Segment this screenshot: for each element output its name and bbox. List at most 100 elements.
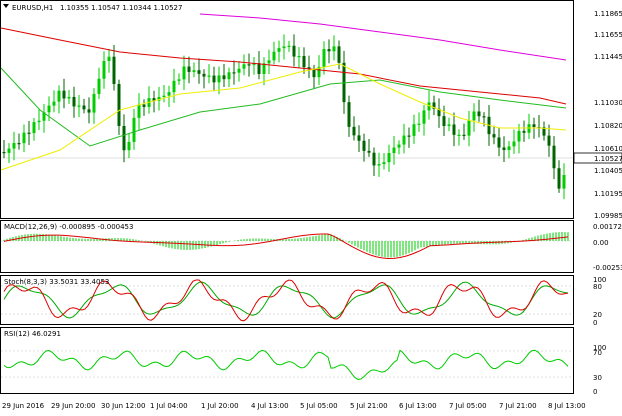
candle-body: [392, 147, 396, 154]
candle-body: [417, 123, 421, 125]
candle-body: [412, 124, 416, 136]
candle-body: [517, 130, 521, 142]
price-tick: 1.11030: [594, 99, 622, 107]
price-tick: 1.11655: [594, 31, 622, 39]
candle-body: [87, 109, 91, 113]
candle-body: [332, 46, 336, 52]
candle-body: [47, 105, 51, 113]
candle-body: [457, 134, 461, 136]
candle-body: [182, 66, 186, 80]
candle-body: [272, 51, 276, 61]
candle-body: [197, 70, 201, 74]
candle-body: [267, 60, 271, 64]
candle-body: [402, 135, 406, 145]
candle-body: [127, 141, 131, 151]
rsi-tick: 0: [593, 388, 597, 396]
macd-label: MACD(12,26,9) -0.000895 -0.000453: [4, 223, 133, 231]
candle-body: [452, 124, 456, 135]
candle-body: [162, 95, 166, 97]
chart-canvas[interactable]: EURUSD,H1 1.10355 1.10547 1.10344 1.1052…: [0, 0, 622, 416]
candle-body: [132, 117, 136, 142]
rsi-tick: 70: [593, 349, 602, 357]
candle-body: [497, 137, 501, 148]
stoch-tick: 80: [593, 283, 602, 291]
time-tick: 5 Jul 21:00: [350, 402, 388, 410]
stoch-signal-line: [3, 281, 569, 319]
macd-tick: 0.00: [593, 239, 609, 247]
candle-body: [217, 75, 221, 83]
candle-body: [462, 134, 466, 136]
symbol-dropdown-icon[interactable]: [3, 4, 9, 8]
candle-body: [532, 124, 536, 128]
candle-body: [507, 146, 511, 151]
time-tick: 30 Jun 12:00: [101, 402, 145, 410]
candle-body: [122, 125, 126, 151]
candle-body: [97, 78, 101, 94]
candle-body: [22, 132, 26, 144]
stoch-tick: 20: [593, 311, 602, 319]
candle-body: [382, 162, 386, 165]
candle-body: [297, 56, 301, 58]
current-price-label: 1.10527: [594, 155, 622, 163]
candle-body: [12, 143, 16, 149]
candle-body: [522, 130, 526, 133]
price-tick: 1.11865: [594, 10, 622, 18]
candle-body: [562, 175, 566, 189]
price-tick: 1.10610: [594, 145, 622, 153]
candle-body: [407, 135, 411, 137]
ma-mid-line: [0, 67, 567, 147]
candle-body: [257, 63, 261, 74]
time-tick: 7 Jul 21:00: [499, 402, 537, 410]
candle-body: [167, 92, 171, 96]
candle-body: [337, 46, 341, 63]
candle-body: [172, 80, 176, 93]
time-tick: 5 Jul 05:00: [300, 402, 338, 410]
time-axis: 29 Jun 2016 29 Jun 20:00 30 Jun 12:00 1 …: [2, 402, 586, 410]
ma-fast-line: [0, 63, 567, 171]
candle-body: [112, 56, 116, 84]
candle-body: [312, 69, 316, 78]
candle-body: [347, 102, 351, 127]
price-tick: 1.10820: [594, 122, 622, 130]
time-tick: 8 Jul 13:00: [548, 402, 586, 410]
main-price-pane[interactable]: [0, 0, 574, 219]
candle-body: [242, 64, 246, 69]
candle-body: [17, 143, 21, 145]
price-tick: 1.09985: [594, 212, 622, 220]
candle-body: [302, 56, 306, 68]
macd-signal-line: [3, 233, 569, 259]
ma-long-line: [199, 13, 567, 61]
candle-body: [552, 145, 556, 169]
candle-body: [27, 132, 31, 134]
candle-body: [422, 110, 426, 124]
rsi-line: [3, 349, 569, 380]
candle-body: [187, 66, 191, 72]
candle-body: [222, 75, 226, 80]
chart-window[interactable]: EURUSD,H1 1.10355 1.10547 1.10344 1.1052…: [0, 0, 622, 416]
time-tick: 7 Jul 05:00: [449, 402, 487, 410]
candle-body: [67, 96, 71, 99]
candle-body: [557, 168, 561, 189]
macd-tick: 0.001724: [593, 223, 622, 231]
candle-body: [57, 90, 61, 102]
candle-body: [277, 48, 281, 52]
macd-tick: -0.00253: [593, 264, 622, 272]
candle-body: [212, 75, 216, 83]
candle-body: [232, 72, 236, 74]
candle-body: [77, 105, 81, 107]
candle-body: [512, 141, 516, 147]
candle-body: [247, 64, 251, 66]
candle-body: [102, 61, 106, 79]
time-tick: 4 Jul 13:00: [251, 402, 289, 410]
candle-body: [282, 46, 286, 49]
candle-body: [207, 75, 211, 77]
time-tick: 29 Jun 20:00: [51, 402, 95, 410]
rsi-pane[interactable]: [0, 327, 574, 394]
candle-body: [397, 144, 401, 148]
candle-body: [142, 104, 146, 107]
candle-body: [527, 124, 531, 133]
price-tick: 1.10405: [594, 167, 622, 175]
candle-body: [492, 134, 496, 138]
stoch-label: Stoch(8,3,3) 33.5031 33.4053: [4, 278, 109, 286]
candle-body: [227, 72, 231, 80]
